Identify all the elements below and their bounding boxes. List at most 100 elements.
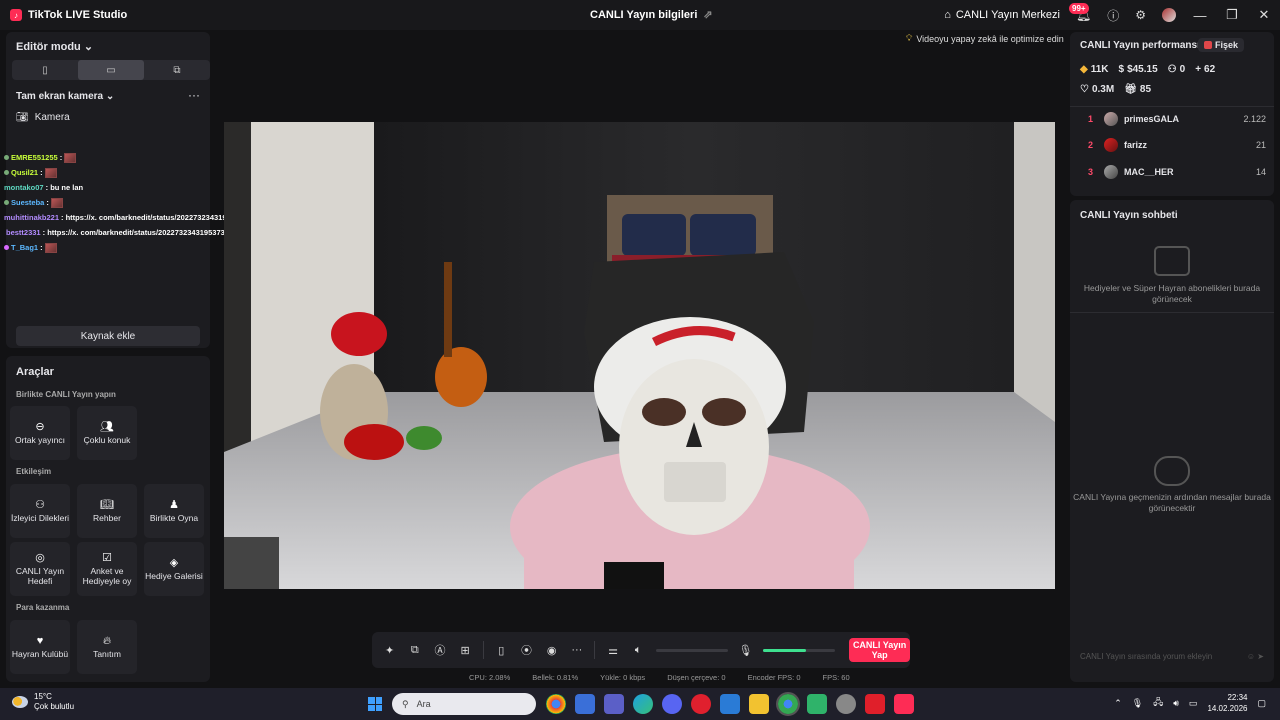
chat-overlay-line: Qusil21: [4,165,214,180]
maximize-button[interactable]: ❐ [1216,7,1248,23]
notification-icon[interactable]: ▢ [1257,698,1266,709]
memory-metric: Bellek: 0.81% [532,673,579,682]
taskbar-search[interactable]: ⚲ Ara [392,693,536,715]
more-icon[interactable]: ··· [188,88,200,102]
poll-icon: ☑ [102,551,112,564]
follower-icon: + [1195,64,1202,75]
emoji-icon[interactable]: ☺ ➤ [1247,652,1264,661]
badge-icon [4,200,9,205]
viewers-icon: ⚇ [1167,64,1177,75]
performance-panel: CANLI Yayın performansı Fişek ◆ 11K $ $45.… [1070,32,1274,196]
teams-icon[interactable] [604,694,624,714]
close-button[interactable]: ✕ [1248,7,1280,23]
minimize-button[interactable]: — [1184,8,1216,23]
gear-icon[interactable]: ⚙ [1127,8,1154,22]
sliders-icon[interactable]: ⚌ [605,644,620,657]
fisek-button[interactable]: Fişek [1198,38,1245,52]
folder-icon[interactable] [749,694,769,714]
ranking-row[interactable]: 1 primesGALA 2.122 [1088,112,1266,126]
rank-name: MAC__HER [1124,167,1174,177]
diamond-icon: ◆ [1080,64,1088,75]
network-icon[interactable]: 🖧︎ [1153,695,1163,711]
guide-button[interactable]: 📖︎ Rehber [77,484,137,538]
live-center-button[interactable]: ⌂ CANLI Yayın Merkezi [936,9,1068,21]
live-goal-button[interactable]: ◎ CANLI Yayın Hedefi [10,542,70,596]
dual-mode-icon[interactable]: ⧉ [144,60,210,80]
volume-slider[interactable] [655,648,728,652]
play-together-button[interactable]: ♟ Birlikte Oyna [144,484,204,538]
youtube-icon[interactable] [865,694,885,714]
tiktok-live-icon[interactable] [894,694,914,714]
weather-widget[interactable]: 15°C Çok bulutlu [12,692,74,712]
store-icon[interactable] [575,694,595,714]
badge-icon [4,155,9,160]
viewer-requests-label: İzleyici Dilekleri [10,512,70,523]
discord-icon[interactable] [662,694,682,714]
record-icon[interactable]: ⦿ [519,642,534,658]
camera-feed-image [224,122,1055,589]
ai-optimize-tip[interactable]: 💡︎ Videoyu yapay zekâ ile optimize edin [906,33,1064,44]
ai-icon[interactable]: Ⓐ [432,642,447,658]
edge-icon[interactable] [633,694,653,714]
group-live-together: Birlikte CANLI Yayın yapın [16,390,116,399]
mail-icon[interactable] [720,694,740,714]
battery-icon[interactable]: ▭ [1189,698,1198,709]
add-source-button[interactable]: Kaynak ekle [16,326,200,346]
more-icon[interactable]: ··· [569,644,584,656]
group-monetize: Para kazanma [16,603,70,612]
gift-box-icon [1154,246,1190,276]
gift-gallery-button[interactable]: ◈ Hediye Galerisi [144,542,204,596]
chat-text: : [40,243,43,252]
chrome-icon[interactable] [546,694,566,714]
source-camera[interactable]: 📷︎ Kamera [16,112,70,123]
promote-button[interactable]: 🔥︎ Tanıtım [77,620,137,674]
co-host-button[interactable]: ⊖ Ortak yayıncı [10,406,70,460]
poll-button[interactable]: ☑ Anket ve Hediyeyle oy [77,542,137,596]
microphone-icon[interactable]: 🎙︎ [738,644,753,657]
effects-icon[interactable]: ⧉ [407,644,422,657]
rank-points: 21 [1255,140,1266,150]
viewer-requests-button[interactable]: ⚇ İzleyici Dilekleri [10,484,70,538]
mic-tray-icon[interactable]: 🎙︎ [1132,698,1143,709]
speaker-icon[interactable]: 🔈︎ [631,644,646,657]
flame-icon: 🔥︎ [102,634,112,647]
chevron-up-icon[interactable]: ⌃ [1114,698,1122,709]
portrait-mode-icon[interactable]: ▯ [12,60,78,80]
profile-avatar[interactable] [1154,8,1184,22]
camera-preview[interactable] [224,122,1055,589]
comment-placeholder: CANLI Yayın sırasında yorum ekleyin [1080,652,1213,661]
chat-bubble-icon [1154,456,1190,486]
gifts-empty-note: Hediyeler ve Süper Hayran abonelikleri b… [1083,283,1261,304]
poll-label: Anket ve Hediyeyle oy [82,565,132,586]
diamonds-value: 11K [1090,64,1109,75]
fan-club-button[interactable]: ♥ Hayran Kulübü [10,620,70,674]
stats-row-2: ♡ 0.3M 🎁︎ 85 [1080,84,1151,95]
editor-mode-dropdown[interactable]: Editör modu ⌄ [16,40,93,53]
chrome-active-icon[interactable] [776,692,800,716]
likes-value: 0.3M [1091,84,1115,95]
clock[interactable]: 22:34 14.02.2026 [1207,692,1247,714]
scene-dropdown[interactable]: Tam ekran kamera ⌄ [16,91,114,102]
screenshot-icon[interactable]: ◉ [544,644,559,657]
ranking-row[interactable]: 2 farizz 21 [1088,138,1266,152]
windows-start-icon[interactable] [368,697,382,711]
chat-text: : [40,168,43,177]
overlay-icon[interactable]: ⊞ [458,644,473,657]
rank-number: 1 [1088,114,1094,124]
magic-wand-icon[interactable]: ✦ [382,644,397,657]
comment-input[interactable]: CANLI Yayın sırasında yorum ekleyin ☺ ➤ [1080,652,1264,661]
divider [1070,106,1274,107]
mic-level-slider[interactable] [763,648,836,652]
multi-guest-button[interactable]: 👥︎ Çoklu konuk [77,406,137,460]
help-icon[interactable]: ⓘ [1099,7,1127,24]
link-icon: ⊖ [35,420,45,433]
settings-app-icon[interactable] [836,694,856,714]
app-green-icon[interactable] [807,694,827,714]
phone-icon[interactable]: ▯ [494,644,509,657]
landscape-mode-icon[interactable]: ▭ [78,60,144,80]
opera-icon[interactable] [691,694,711,714]
ranking-row[interactable]: 3 MAC__HER 14 [1088,165,1266,179]
live-info-button[interactable]: CANLI Yayın bilgileri ⇗ [590,8,713,22]
volume-tray-icon[interactable]: 🔊︎ [1173,698,1179,709]
go-live-button[interactable]: CANLI Yayın Yap [849,638,910,662]
